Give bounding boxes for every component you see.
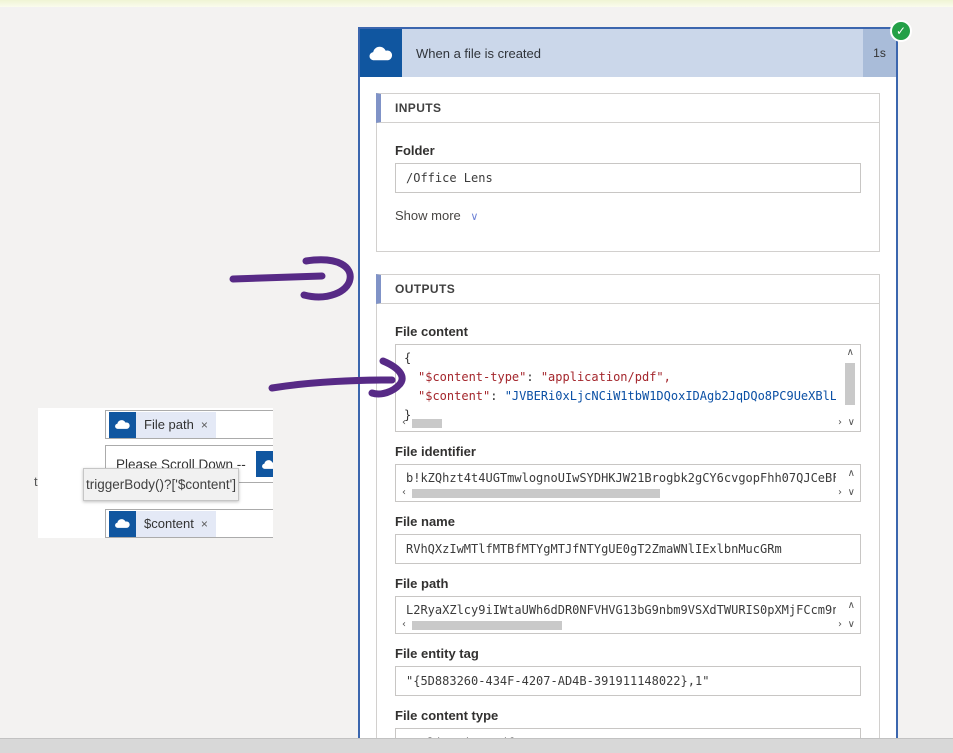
scroll-left-icon[interactable]: ‹: [402, 620, 406, 630]
horizontal-scrollbar[interactable]: [412, 419, 442, 428]
horizontal-scrollbar[interactable]: [412, 489, 660, 498]
card-header[interactable]: When a file is created 1s: [360, 29, 896, 77]
onedrive-icon: [360, 29, 402, 77]
scroll-down-icon[interactable]: ∨: [848, 418, 855, 428]
remove-token-icon[interactable]: ×: [201, 418, 208, 432]
content-token[interactable]: $content ×: [109, 511, 216, 537]
file-content-label: File content: [395, 324, 861, 339]
file-path-value[interactable]: L2RyaXZlcy9iIWtaUWh6dDR0NFVHVG13bG9nbm9V…: [395, 596, 861, 634]
trigger-card: ✓ When a file is created 1s INPUTS Folde…: [358, 27, 898, 753]
onedrive-icon: [109, 511, 136, 537]
scroll-down-icon[interactable]: ∨: [848, 620, 855, 630]
file-path-field[interactable]: File path ×: [105, 410, 273, 439]
json-key: "$content": [418, 389, 490, 403]
token-label-text: File path: [144, 417, 194, 432]
token-label-text: $content: [144, 516, 194, 531]
file-entity-tag-label: File entity tag: [395, 646, 861, 661]
json-open-brace: {: [404, 349, 836, 368]
vertical-scrollbar[interactable]: [845, 363, 855, 405]
scroll-up-icon[interactable]: ∧: [848, 601, 855, 611]
card-title: When a file is created: [402, 29, 863, 77]
scroll-right-icon[interactable]: ›: [838, 488, 842, 498]
file-identifier-value[interactable]: b!kZQhzt4t4UGTmwlognoUIwSYDHKJW21Brogbk2…: [395, 464, 861, 502]
bottom-scrollbar-track[interactable]: [0, 738, 953, 753]
chevron-down-icon: ∨: [470, 211, 478, 223]
show-more-link[interactable]: Show more ∨: [395, 208, 861, 223]
file-name-label: File name: [395, 514, 861, 529]
scroll-down-icon[interactable]: ∨: [848, 488, 855, 498]
scroll-up-icon[interactable]: ∧: [847, 348, 854, 358]
show-more-label: Show more: [395, 208, 461, 223]
onedrive-icon: [256, 451, 273, 477]
horizontal-scrollbar[interactable]: [412, 621, 562, 630]
json-value: "JVBERi0xLjcNCiW1tbW1DQoxIDAgb2JqDQo8PC9…: [505, 389, 836, 403]
field-value-text: L2RyaXZlcy9iIWtaUWh6dDR0NFVHVG13bG9nbm9V…: [406, 600, 836, 620]
remove-token-icon[interactable]: ×: [201, 517, 208, 531]
annotation-arrow-outputs-head: [304, 260, 350, 297]
json-close-brace: }: [404, 406, 836, 425]
annotation-arrow-outputs: [233, 276, 322, 279]
outputs-section-header: OUTPUTS: [376, 274, 880, 304]
file-name-value[interactable]: RVhQXzIwMTlfMTBfMTYgMTJfNTYgUE0gT2ZmaWNl…: [395, 534, 861, 564]
scroll-up-icon[interactable]: ∧: [848, 469, 855, 479]
json-value: "application/pdf",: [541, 370, 671, 384]
file-content-type-label: File content type: [395, 708, 861, 723]
scroll-left-icon[interactable]: ‹: [402, 418, 406, 428]
file-path-token[interactable]: File path ×: [109, 412, 216, 438]
file-token-partial[interactable]: File: [256, 451, 273, 477]
inputs-section: Folder /Office Lens Show more ∨: [376, 123, 880, 252]
top-highlight-strip: [0, 0, 953, 7]
file-identifier-label: File identifier: [395, 444, 861, 459]
scroll-left-icon[interactable]: ‹: [402, 488, 406, 498]
file-content-value[interactable]: { "$content-type": "application/pdf", "$…: [395, 344, 861, 432]
json-key: "$content-type": [418, 370, 526, 384]
folder-label: Folder: [395, 143, 861, 158]
scroll-right-icon[interactable]: ›: [838, 418, 842, 428]
scroll-right-icon[interactable]: ›: [838, 620, 842, 630]
folder-value[interactable]: /Office Lens: [395, 163, 861, 193]
inputs-section-header: INPUTS: [376, 93, 880, 123]
expression-tooltip: triggerBody()?['$content']: [83, 468, 239, 501]
content-field[interactable]: $content ×: [105, 509, 273, 538]
success-check-icon: ✓: [890, 20, 912, 42]
screen: File path × Please Scroll Down -- File: [0, 0, 953, 753]
file-entity-tag-value[interactable]: "{5D883260-434F-4207-AD4B-391911148022},…: [395, 666, 861, 696]
field-value-text: b!kZQhzt4t4UGTmwlognoUIwSYDHKJW21Brogbk2…: [406, 468, 836, 488]
flow-designer-fragment: File path × Please Scroll Down -- File: [38, 408, 273, 538]
onedrive-icon: [109, 412, 136, 438]
file-path-label: File path: [395, 576, 861, 591]
outputs-section: File content { "$content-type": "applica…: [376, 304, 880, 753]
